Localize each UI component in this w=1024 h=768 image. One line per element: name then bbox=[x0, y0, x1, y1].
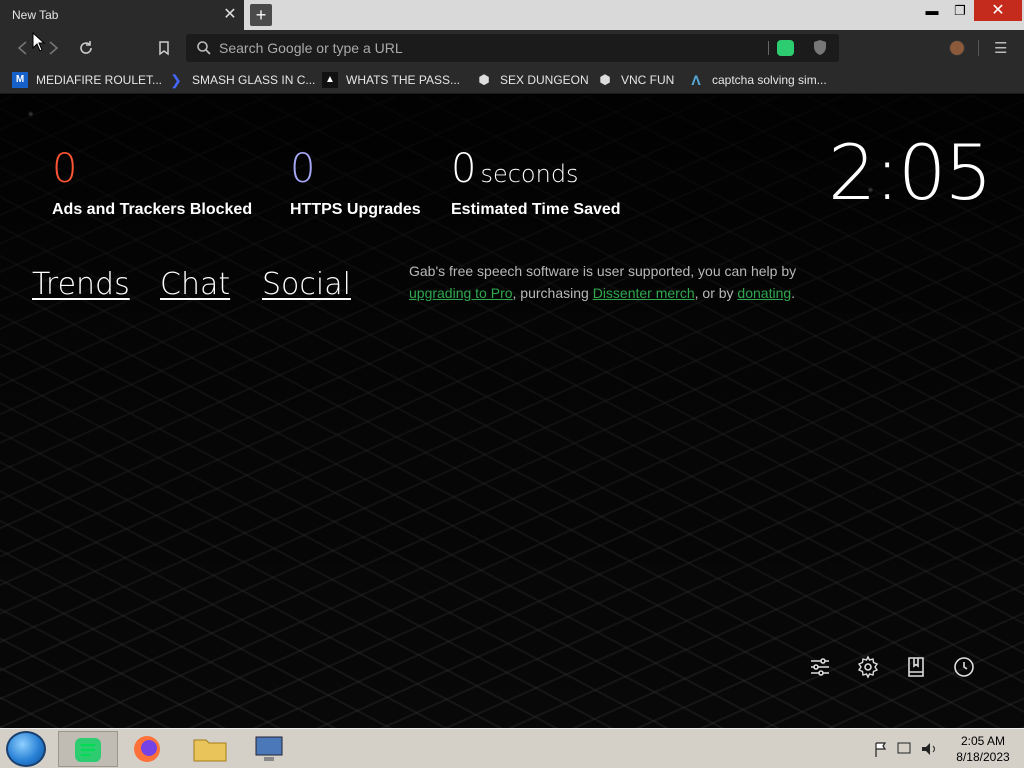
new-tab-page: 0 Ads and Trackers Blocked 0 HTTPS Upgra… bbox=[0, 95, 1024, 728]
search-icon bbox=[197, 41, 211, 55]
browser-titlebar: New Tab ✕ + ▬ ❐ ✕ bbox=[0, 0, 1024, 30]
ads-blocked-stat: 0 Ads and Trackers Blocked bbox=[52, 146, 252, 218]
donating-link[interactable]: donating bbox=[737, 285, 791, 301]
promo-text: , purchasing bbox=[512, 285, 593, 301]
clock-display: 2:05 bbox=[828, 128, 993, 217]
time-saved-count: 0 bbox=[451, 146, 477, 192]
social-link[interactable]: Social bbox=[262, 267, 351, 302]
ghost-icon: ▲ bbox=[322, 72, 338, 88]
bookmark-item[interactable]: ⬢ VNC FUN bbox=[597, 72, 674, 88]
bookmarks-bar: M MEDIAFIRE ROULET... ❯ SMASH GLASS IN C… bbox=[0, 66, 1024, 94]
computer-icon bbox=[255, 736, 283, 761]
address-bar[interactable]: Search Google or type a URL bbox=[186, 34, 839, 62]
bookmark-icon[interactable] bbox=[155, 39, 173, 57]
address-placeholder: Search Google or type a URL bbox=[219, 40, 403, 56]
dissenter-merch-link[interactable]: Dissenter merch bbox=[593, 285, 695, 301]
close-window-icon[interactable]: ✕ bbox=[974, 0, 1022, 21]
bookmark-label: captcha solving sim... bbox=[712, 73, 827, 87]
desktop: New Tab ✕ + ▬ ❐ ✕ Search Google or type … bbox=[0, 0, 1024, 768]
taskbar-file-explorer[interactable] bbox=[180, 731, 240, 767]
folder-icon bbox=[193, 739, 227, 762]
time-saved-unit: seconds bbox=[480, 160, 579, 188]
forward-icon[interactable] bbox=[44, 39, 62, 57]
toolbar-divider bbox=[978, 40, 979, 56]
bookmark-item[interactable]: ▲ WHATS THE PASS... bbox=[322, 72, 460, 88]
taskbar: 2:05 AM 8/18/2023 bbox=[0, 728, 1024, 768]
cube-icon: ⬢ bbox=[478, 72, 490, 87]
taskbar-clock[interactable]: 2:05 AM 8/18/2023 bbox=[950, 733, 1016, 765]
tab-close-icon[interactable]: ✕ bbox=[222, 7, 238, 23]
profile-avatar[interactable] bbox=[949, 40, 965, 56]
https-upgrades-stat: 0 HTTPS Upgrades bbox=[290, 146, 421, 218]
back-icon[interactable] bbox=[14, 39, 32, 57]
taskbar-time: 2:05 AM bbox=[960, 734, 1006, 748]
bookmark-label: WHATS THE PASS... bbox=[346, 73, 461, 87]
https-upgrades-label: HTTPS Upgrades bbox=[290, 201, 421, 218]
time-saved-label: Estimated Time Saved bbox=[451, 201, 621, 218]
bookmark-item[interactable]: Λ captcha solving sim... bbox=[688, 72, 827, 88]
bookmark-label: SMASH GLASS IN C... bbox=[192, 73, 316, 87]
start-button[interactable] bbox=[6, 731, 46, 767]
settings-gear-icon[interactable] bbox=[856, 655, 880, 679]
time-saved-value: 0 seconds bbox=[451, 149, 579, 194]
taskbar-dissenter-app[interactable] bbox=[58, 731, 118, 767]
chevron-bracket-icon: ❯ bbox=[170, 72, 182, 88]
shield-icon[interactable] bbox=[813, 39, 827, 56]
promo-text: Gab's free speech software is user suppo… bbox=[409, 263, 797, 279]
taskbar-firefox[interactable] bbox=[118, 731, 178, 767]
trends-link[interactable]: Trends bbox=[32, 267, 130, 302]
https-upgrades-count: 0 bbox=[290, 146, 316, 192]
minimize-icon[interactable]: ▬ bbox=[918, 0, 946, 21]
support-message: Gab's free speech software is user suppo… bbox=[409, 260, 809, 304]
system-tray-icons[interactable] bbox=[870, 739, 942, 759]
cube-icon: ⬢ bbox=[599, 72, 611, 87]
mouse-cursor-icon bbox=[32, 32, 46, 52]
menu-icon[interactable]: ☰ bbox=[994, 39, 1007, 57]
tab-new-tab[interactable]: New Tab ✕ bbox=[0, 0, 244, 30]
time-saved-stat: 0 seconds Estimated Time Saved bbox=[451, 149, 621, 218]
taskbar-network[interactable] bbox=[240, 731, 300, 767]
bookmark-item[interactable]: ⬢ SEX DUNGEON bbox=[476, 72, 589, 88]
restore-icon[interactable]: ❐ bbox=[946, 0, 974, 21]
new-tab-button[interactable]: + bbox=[250, 4, 272, 26]
bookmarks-book-icon[interactable] bbox=[904, 655, 928, 679]
history-clock-icon[interactable] bbox=[952, 655, 976, 679]
taskbar-date: 8/18/2023 bbox=[956, 750, 1010, 764]
ads-blocked-count: 0 bbox=[52, 146, 78, 192]
firefox-icon bbox=[134, 736, 160, 762]
dissenter-extension-icon[interactable] bbox=[777, 40, 794, 56]
chat-link[interactable]: Chat bbox=[160, 267, 230, 302]
aurora-icon: Λ bbox=[691, 72, 701, 88]
bookmark-label: VNC FUN bbox=[621, 73, 675, 87]
tab-title: New Tab bbox=[12, 8, 59, 22]
bookmark-item[interactable]: ❯ SMASH GLASS IN C... bbox=[168, 72, 315, 88]
ads-blocked-label: Ads and Trackers Blocked bbox=[52, 201, 253, 218]
upgrade-to-pro-link[interactable]: upgrading to Pro bbox=[409, 285, 513, 301]
bookmark-label: MEDIAFIRE ROULET... bbox=[36, 73, 163, 87]
omnibox-divider bbox=[768, 41, 769, 55]
browser-toolbar: Search Google or type a URL ☰ bbox=[0, 30, 1024, 66]
promo-text: . bbox=[791, 285, 796, 301]
customize-sliders-icon[interactable] bbox=[808, 655, 832, 679]
mediafire-icon: M bbox=[12, 72, 28, 88]
dissenter-app-icon bbox=[75, 738, 101, 762]
reload-icon[interactable] bbox=[77, 39, 95, 57]
bookmark-item[interactable]: M MEDIAFIRE ROULET... bbox=[12, 72, 162, 88]
promo-text: , or by bbox=[694, 285, 738, 301]
bookmark-label: SEX DUNGEON bbox=[500, 73, 589, 87]
